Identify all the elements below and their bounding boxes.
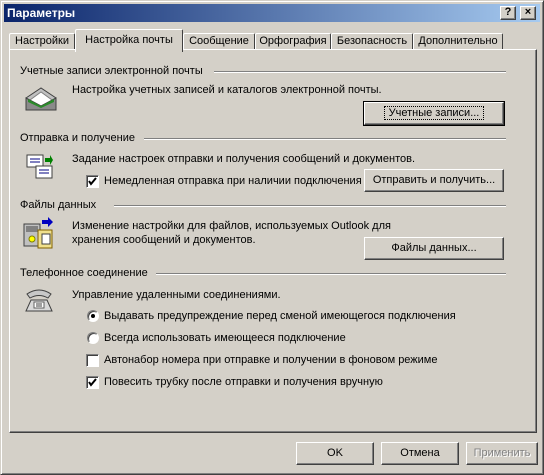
- data-files-description-1: Изменение настройки для файлов, использу…: [72, 220, 391, 232]
- window-title: Параметры: [7, 6, 76, 20]
- ok-button[interactable]: OK: [296, 442, 374, 465]
- data-files-section-title: Файлы данных: [20, 199, 97, 211]
- checkmark-icon: [88, 378, 97, 387]
- send-receive-button[interactable]: Отправить и получить...: [364, 169, 504, 192]
- options-dialog: Параметры ? × Настройки Настройка почты …: [0, 0, 544, 475]
- mail-setup-panel: Учетные записи электронной почты Настрой…: [9, 49, 537, 433]
- warn-before-switch-label[interactable]: Выдавать предупреждение перед сменой име…: [104, 310, 456, 322]
- send-receive-icon: [26, 154, 54, 183]
- radio-selected-dot: [91, 314, 95, 318]
- send-immediately-label[interactable]: Немедленная отправка при наличии подключ…: [104, 175, 362, 187]
- data-files-button[interactable]: Файлы данных...: [364, 237, 504, 260]
- hang-up-checkbox[interactable]: [86, 376, 99, 389]
- dialup-section-title: Телефонное соединение: [20, 267, 148, 279]
- accounts-section-title: Учетные записи электронной почты: [20, 65, 203, 77]
- tab-mail-setup[interactable]: Настройка почты: [75, 29, 183, 52]
- hang-up-label[interactable]: Повесить трубку после отправки и получен…: [104, 376, 383, 388]
- accounts-button-label: Учетные записи...: [383, 106, 485, 120]
- data-files-divider: [114, 205, 506, 207]
- accounts-button[interactable]: Учетные записи...: [363, 101, 505, 126]
- close-button[interactable]: ×: [520, 6, 536, 20]
- mail-envelope-icon: [24, 84, 58, 117]
- always-use-existing-label[interactable]: Всегда использовать имеющееся подключени…: [104, 332, 346, 344]
- send-receive-description: Задание настроек отправки и получения со…: [72, 153, 415, 165]
- autodial-checkbox[interactable]: [86, 354, 99, 367]
- dialup-divider: [156, 273, 506, 275]
- accounts-divider: [214, 71, 506, 73]
- checkmark-icon: [88, 177, 97, 186]
- cancel-button[interactable]: Отмена: [381, 442, 459, 465]
- always-use-existing-radio[interactable]: [87, 332, 99, 344]
- dialup-description: Управление удаленными соединениями.: [72, 289, 281, 301]
- help-button[interactable]: ?: [500, 6, 516, 20]
- data-files-icon: [22, 216, 56, 253]
- send-receive-section-title: Отправка и получение: [20, 132, 135, 144]
- send-receive-divider: [144, 138, 506, 140]
- warn-before-switch-radio[interactable]: [87, 310, 99, 322]
- autodial-label[interactable]: Автонабор номера при отправке и получени…: [104, 354, 438, 366]
- telephone-icon: [24, 286, 54, 317]
- data-files-description-2: хранения сообщений и документов.: [72, 234, 256, 246]
- send-immediately-checkbox[interactable]: [86, 175, 99, 188]
- apply-button[interactable]: Применить: [466, 442, 538, 465]
- title-bar: Параметры ? ×: [4, 4, 540, 22]
- accounts-description: Настройка учетных записей и каталогов эл…: [72, 84, 382, 96]
